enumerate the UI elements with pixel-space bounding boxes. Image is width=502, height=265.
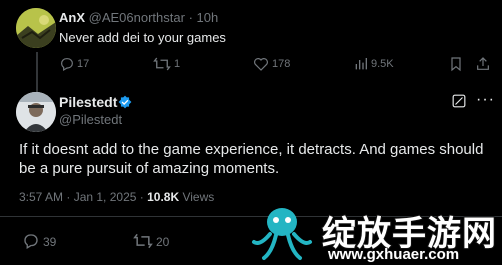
thread-connector-line [36, 52, 38, 92]
reply-context-display-name[interactable]: AnX [59, 10, 85, 25]
main-post-text-line-2: be a pure pursuit of amazing moments. [19, 160, 280, 177]
bookmark-icon [451, 57, 461, 72]
share-icon [477, 57, 489, 70]
main-post-repost-count: 20 [156, 235, 170, 249]
reply-icon [24, 234, 38, 249]
main-post-views-count: 10.8K [147, 190, 180, 204]
reply-context-like-button[interactable]: 178 [253, 56, 303, 72]
reply-context-time[interactable]: 10h [197, 10, 219, 25]
reply-context-separator: · [188, 10, 193, 25]
more-options-icon[interactable]: ··· [476, 91, 495, 109]
reply-context-repost-count: 1 [174, 58, 181, 70]
reply-context-like-count: 178 [272, 58, 291, 70]
analytics-icon [355, 58, 367, 70]
main-post-reply-count: 39 [43, 235, 57, 249]
main-post-handle[interactable]: @Pilestedt [59, 112, 122, 127]
grok-icon[interactable] [452, 94, 466, 108]
repost-icon [153, 57, 171, 71]
reply-icon [61, 58, 73, 72]
main-post-display-name[interactable]: Pilestedt [59, 94, 117, 110]
reply-context-avatar[interactable] [16, 8, 56, 48]
reply-context-reply-count: 17 [77, 58, 90, 70]
reply-context-views-count: 9.5K [371, 58, 394, 70]
verified-badge-icon [118, 95, 132, 109]
site-watermark: 绽放手游网 www.gxhuaer.com [244, 200, 502, 265]
reply-context-repost-button[interactable]: 1 [153, 56, 193, 72]
main-post-reply-button[interactable]: 39 [22, 232, 62, 250]
reply-context-share-button[interactable] [475, 56, 491, 72]
repost-icon [133, 233, 153, 249]
main-post-repost-button[interactable]: 20 [133, 232, 173, 250]
main-post-text-line-1: If it doesnt add to the game experience,… [19, 141, 484, 158]
reply-context-bookmark-button[interactable] [448, 56, 464, 72]
reply-context-views-button[interactable]: 9.5K [353, 56, 403, 72]
reply-context-handle[interactable]: @AE06northstar [89, 10, 185, 25]
main-post-avatar[interactable] [16, 92, 56, 132]
watermark-url-text: www.gxhuaer.com [327, 246, 460, 264]
reply-context-text: Never add dei to your games [59, 30, 226, 45]
main-post-views-label: Views [182, 190, 215, 204]
heart-icon [254, 58, 268, 71]
reply-context-reply-button[interactable]: 17 [59, 56, 99, 72]
main-post-timestamp[interactable]: 3:57 AM · Jan 1, 2025 · [19, 190, 144, 204]
octopus-logo-icon [252, 208, 312, 260]
